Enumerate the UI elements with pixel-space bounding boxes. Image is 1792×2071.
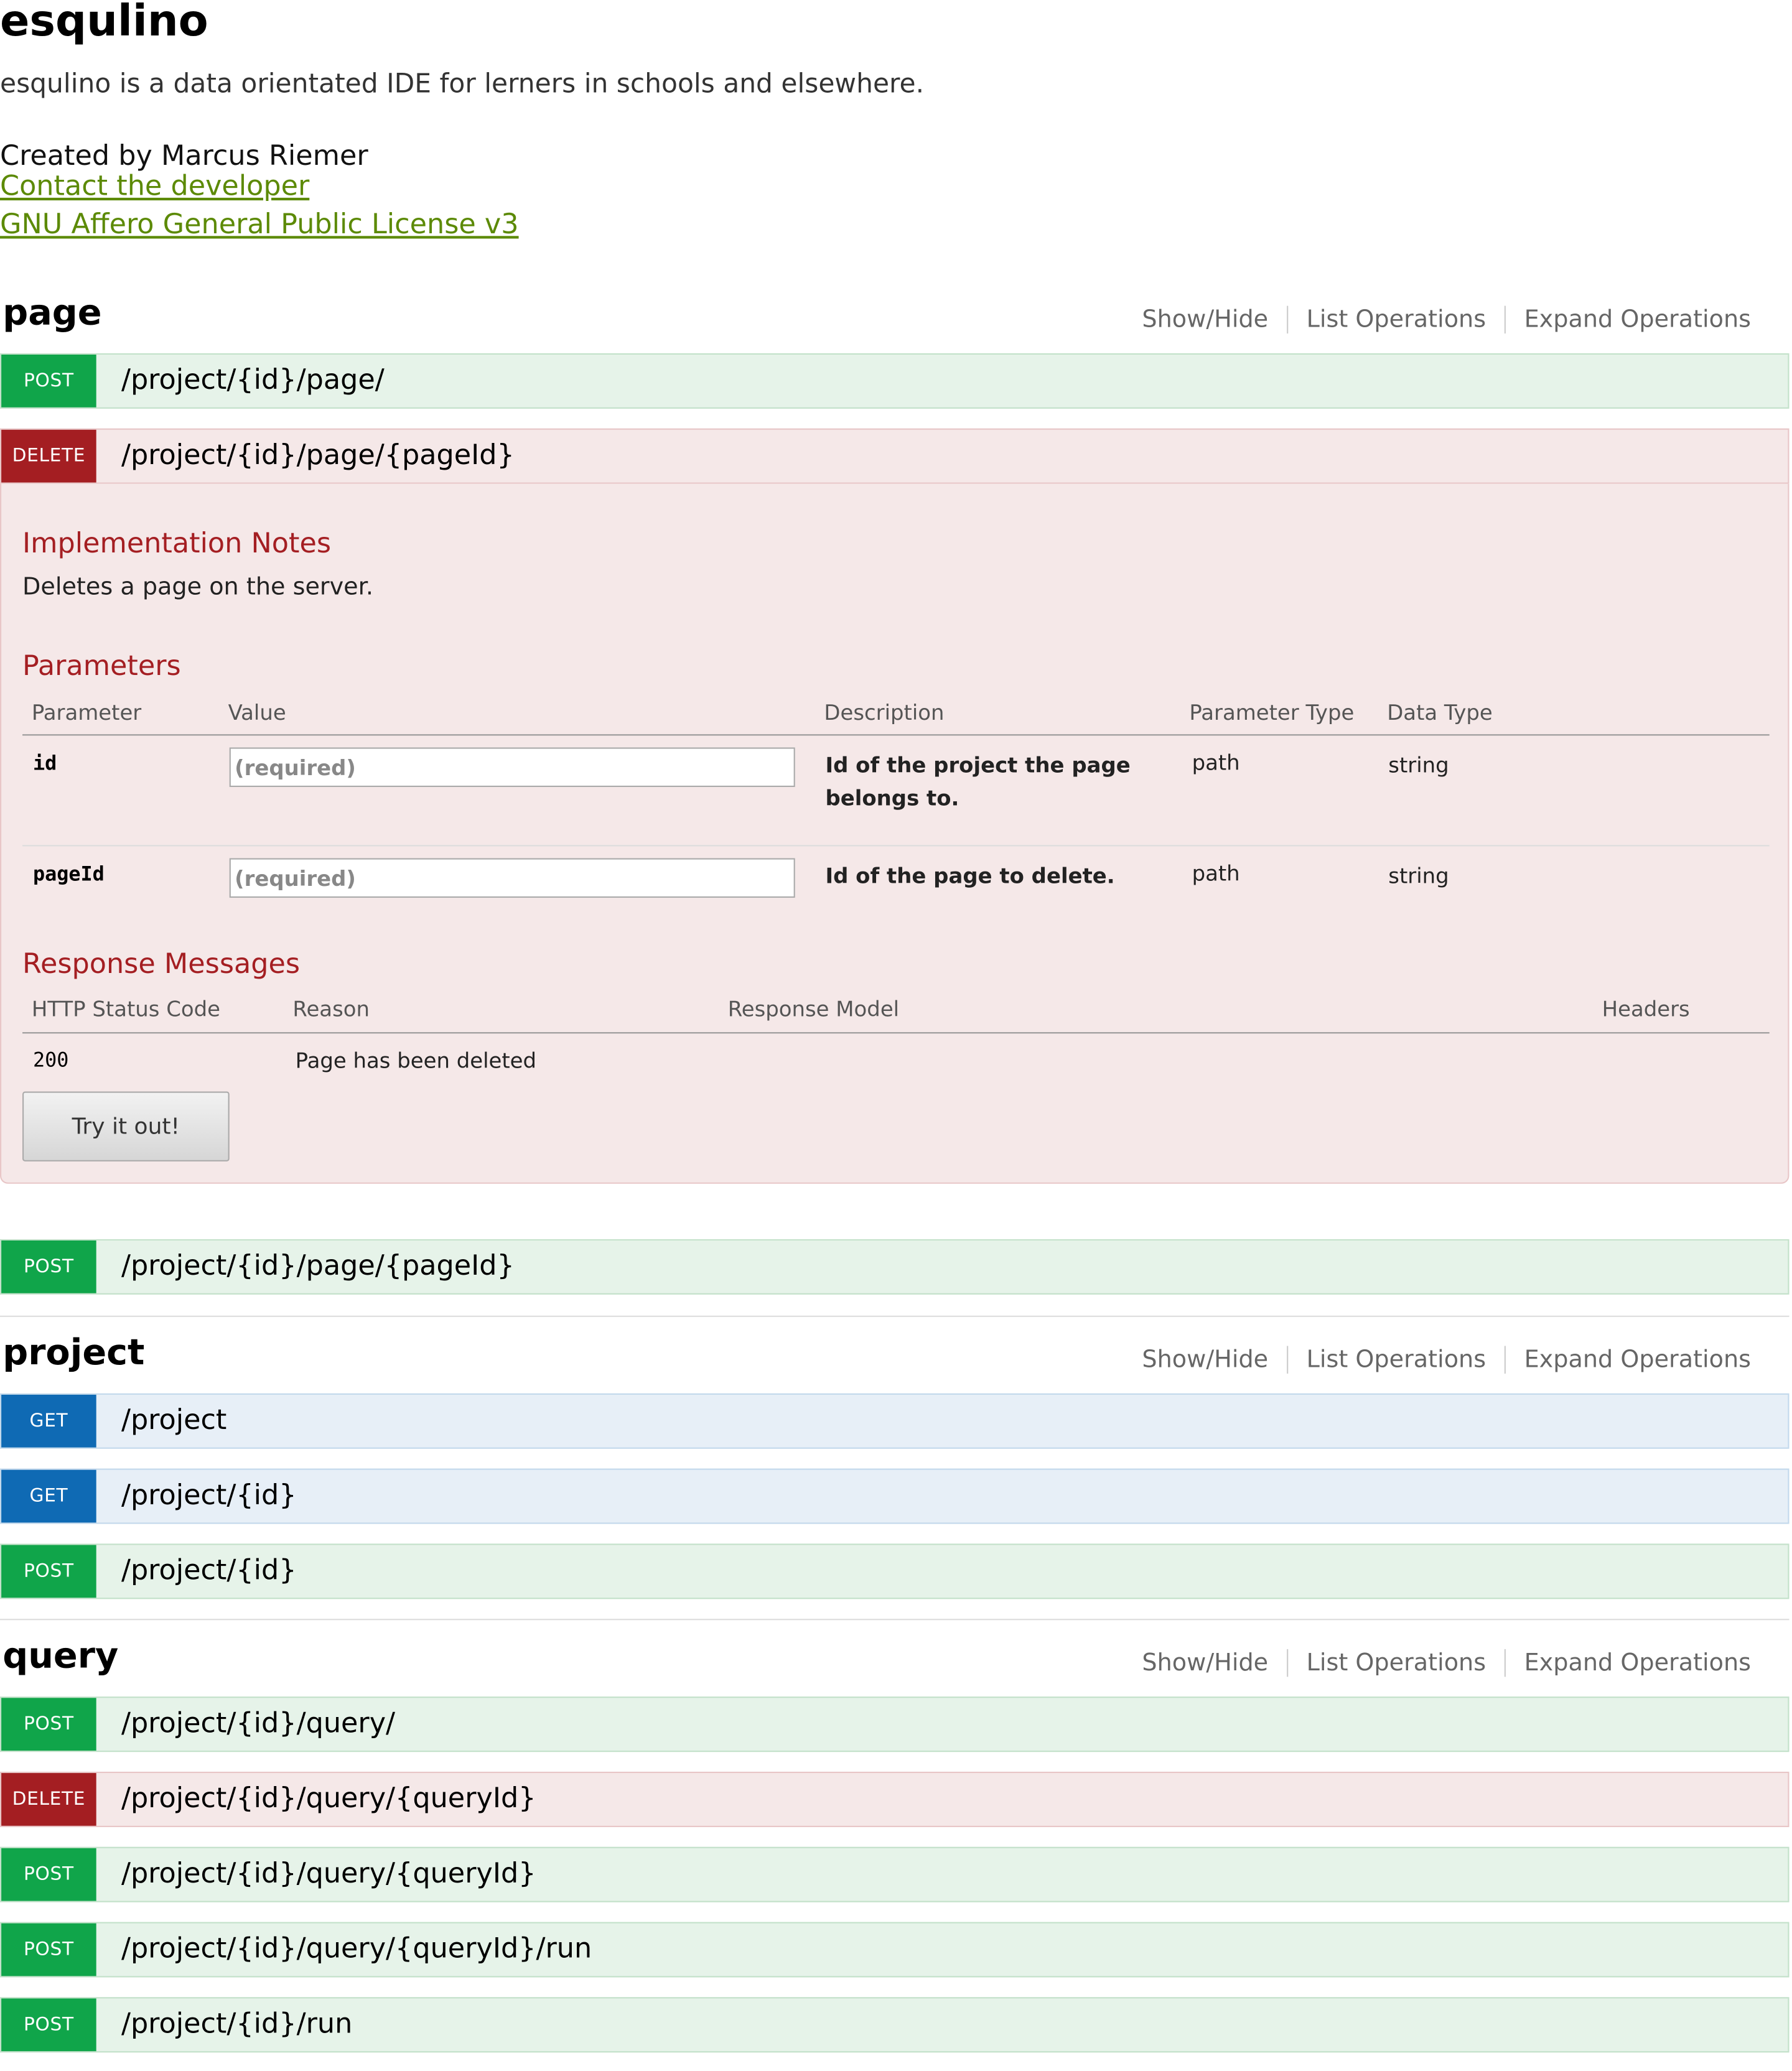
method-badge[interactable]: POST [1,1698,96,1751]
resource-actions: Show/Hide List Operations Expand Operati… [1124,1346,1770,1374]
resource-header-project: project Show/Hide List Operations Expand… [0,1333,1789,1385]
param-data-type: string [1388,752,1449,778]
resource-actions: Show/Hide List Operations Expand Operati… [1124,1649,1770,1677]
table-divider [22,1032,1770,1034]
parameters-title: Parameters [22,649,181,682]
operation-path[interactable]: /project/{id}/run [121,2008,352,2039]
operation-row[interactable]: DELETE /project/{id}/query/{queryId} [0,1771,1790,1827]
response-header-model: Response Model [727,996,900,1022]
created-by: Created by Marcus Riemer [0,139,368,172]
param-header-description: Description [824,700,945,725]
method-badge[interactable]: POST [1,355,96,407]
response-header-status: HTTP Status Code [31,996,221,1022]
response-header-headers: Headers [1602,996,1690,1022]
operation-path[interactable]: /project/{id}/query/{queryId} [121,1858,536,1889]
param-type: path [1192,750,1240,775]
operation-row[interactable]: POST /project/{id}/page/{pageId} [0,1239,1790,1295]
show-hide-link[interactable]: Show/Hide [1124,1346,1287,1373]
operation-row[interactable]: POST /project/{id}/page/ [0,353,1790,409]
operation-path[interactable]: /project/{id}/query/ [121,1707,395,1739]
param-name: id [32,751,57,775]
try-it-out-button[interactable]: Try it out! [22,1091,230,1161]
site-description: esqulino is a data orientated IDE for le… [0,67,925,99]
param-data-type: string [1388,863,1449,889]
operation-row[interactable]: DELETE /project/{id}/page/{pageId} [0,428,1790,484]
method-badge[interactable]: DELETE [1,1773,96,1826]
resource-actions: Show/Hide List Operations Expand Operati… [1124,305,1770,334]
implementation-notes: Deletes a page on the server. [22,573,373,602]
method-badge[interactable]: GET [1,1394,96,1448]
expand-operations-link[interactable]: Expand Operations [1504,1649,1770,1677]
operation-path[interactable]: /project/{id}/page/{pageId} [121,1250,515,1282]
method-badge[interactable]: POST [1,1998,96,2052]
operation-row[interactable]: POST /project/{id}/query/{queryId} [0,1846,1790,1902]
resource-name[interactable]: project [2,1333,144,1374]
operation-path[interactable]: /project/{id}/query/{queryId}/run [121,1932,592,1964]
param-name: pageId [32,862,105,886]
contact-developer-link[interactable]: Contact the developer [0,170,309,202]
operation-path[interactable]: /project/{id} [121,1554,297,1586]
method-badge[interactable]: POST [1,1923,96,1976]
operation-row[interactable]: GET /project [0,1393,1790,1449]
param-value-input-id[interactable] [229,747,795,788]
site-title: esqulino [0,0,208,47]
response-code: 200 [32,1048,69,1072]
resource-header-query: query Show/Hide List Operations Expand O… [0,1636,1789,1689]
operation-row[interactable]: POST /project/{id}/query/ [0,1696,1790,1752]
method-badge[interactable]: POST [1,1240,96,1293]
response-messages-title: Response Messages [22,947,301,980]
param-type: path [1192,860,1240,886]
response-header-reason: Reason [292,996,370,1022]
license-link[interactable]: GNU Affero General Public License v3 [0,208,519,240]
operation-row[interactable]: GET /project/{id} [0,1468,1790,1524]
operation-path[interactable]: /project/{id}/query/{queryId} [121,1782,536,1814]
show-hide-link[interactable]: Show/Hide [1124,1649,1287,1677]
param-header-parameter: Parameter [31,700,142,725]
operation-path[interactable]: /project [121,1404,226,1436]
param-description: Id of the page to delete. [825,863,1115,889]
show-hide-link[interactable]: Show/Hide [1124,306,1287,333]
resource-header-page: page Show/Hide List Operations Expand Op… [0,292,1789,345]
method-badge[interactable]: DELETE [1,429,96,483]
param-description: Id of the project the page belongs to. [825,752,1131,811]
expand-operations-link[interactable]: Expand Operations [1504,1346,1770,1374]
param-value-input-pageid[interactable] [229,858,795,898]
method-badge[interactable]: GET [1,1469,96,1523]
method-badge[interactable]: POST [1,1848,96,1901]
operation-path[interactable]: /project/{id}/page/ [121,364,385,396]
list-operations-link[interactable]: List Operations [1286,305,1505,334]
operation-details: Implementation Notes Deletes a page on t… [0,483,1790,1184]
param-header-data-type: Data Type [1387,700,1493,725]
resource-name[interactable]: page [2,292,101,333]
operation-row[interactable]: POST /project/{id}/run [0,1997,1790,2053]
list-operations-link[interactable]: List Operations [1286,1649,1505,1677]
operation-row[interactable]: POST /project/{id} [0,1543,1790,1599]
resource-divider [0,1315,1790,1317]
resource-name[interactable]: query [2,1636,118,1677]
param-header-value: Value [228,700,286,725]
response-reason: Page has been deleted [295,1048,537,1073]
operation-row[interactable]: POST /project/{id}/query/{queryId}/run [0,1922,1790,1978]
param-header-parameter-type: Parameter Type [1189,700,1355,725]
operation-path[interactable]: /project/{id}/page/{pageId} [121,439,515,471]
table-divider [22,734,1770,736]
method-badge[interactable]: POST [1,1545,96,1598]
expand-operations-link[interactable]: Expand Operations [1504,305,1770,334]
resource-divider [0,1619,1790,1621]
operation-path[interactable]: /project/{id} [121,1479,297,1511]
row-divider [22,845,1770,847]
list-operations-link[interactable]: List Operations [1286,1346,1505,1374]
implementation-notes-title: Implementation Notes [22,527,332,559]
